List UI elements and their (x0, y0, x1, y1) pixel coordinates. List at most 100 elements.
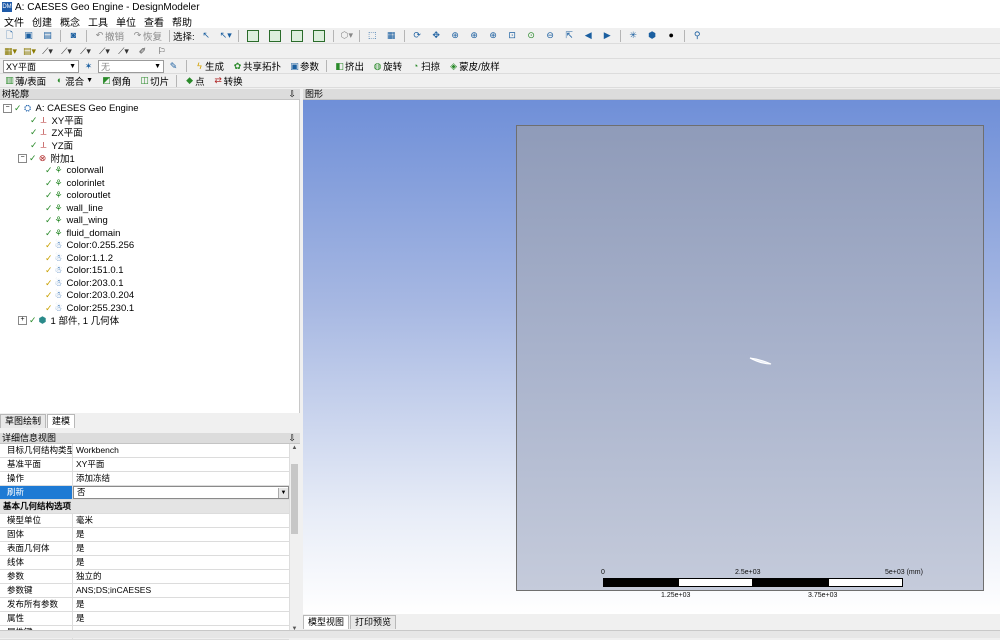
tab-sketching[interactable]: 草图绘制 (0, 414, 47, 428)
plane-select[interactable]: XY平面 ▼ (3, 59, 79, 73)
details-row[interactable]: 目标几何结构类型 Workbench (0, 444, 289, 458)
collapse-icon[interactable]: − (18, 153, 27, 163)
tree-item-color[interactable]: ✓ ☃ Color:1.1.2 (45, 252, 113, 264)
zoom-in-button[interactable]: ⊕ (485, 28, 502, 43)
pin-icon[interactable]: ⇩ (288, 433, 296, 444)
next-view-button[interactable]: ▶ (599, 28, 616, 43)
new-sketch-button[interactable]: ✎ (165, 59, 182, 74)
menu-file[interactable]: 文件 (0, 14, 28, 29)
previous-view-button[interactable]: ◀ (580, 28, 597, 43)
tree-item-named-selection[interactable]: ✓ ⚘ wall_wing (45, 214, 108, 226)
filter-bodies-button[interactable] (309, 28, 329, 43)
skin-loft-button[interactable]: ◈ 蒙皮/放样 (445, 59, 503, 74)
filter-edges-button[interactable] (265, 28, 285, 43)
flag-button[interactable]: ⚐ (153, 44, 170, 59)
blend-button[interactable]: ◐ 混合 ▼ (51, 73, 96, 88)
zoom-box-button[interactable]: ⊕ (466, 28, 483, 43)
magnifier-button[interactable]: ⊙ (523, 28, 540, 43)
details-row[interactable]: 参数键 ANS;DS;inCAESES (0, 584, 289, 598)
details-row[interactable]: 操作 添加冻结 (0, 472, 289, 486)
filter-points-button[interactable] (243, 28, 263, 43)
line-tool-5-button[interactable]: ⟋▾ (115, 44, 132, 59)
triad-button[interactable]: ✳ (625, 28, 642, 43)
select-mode-button[interactable]: ↖ (198, 28, 215, 43)
chevron-down-icon[interactable]: ▼ (278, 487, 288, 498)
details-row[interactable]: 表面几何体是 (0, 542, 289, 556)
tree-item-color[interactable]: ✓ ☃ Color:151.0.1 (45, 264, 124, 276)
tree-item-yz-plane[interactable]: ✓ ⟂ YZ面 (30, 139, 73, 153)
tree-item-color[interactable]: ✓ ☃ Color:203.0.204 (45, 289, 134, 301)
point-display-button[interactable]: ● (663, 28, 680, 43)
new-file-button[interactable]: 🗋 (1, 28, 18, 43)
menu-units[interactable]: 单位 (112, 14, 140, 29)
filter-faces-button[interactable] (287, 28, 307, 43)
tree-item-attach[interactable]: − ✓ ⊗ 附加1 (18, 152, 75, 165)
thin-surface-button[interactable]: ▥ 薄/表面 (1, 73, 49, 88)
tab-modeling[interactable]: 建模 (47, 414, 76, 428)
export-button[interactable]: ▤ (39, 28, 56, 43)
refresh-select[interactable]: 否 ▼ (73, 486, 289, 499)
extrude-button[interactable]: ◧ 挤出 (331, 59, 367, 74)
details-scrollbar[interactable]: ▲ ▼ (289, 444, 299, 634)
pan-button[interactable]: ✥ (428, 28, 445, 43)
menu-view[interactable]: 查看 (140, 14, 168, 29)
line-tool-3-button[interactable]: ⟋▾ (77, 44, 94, 59)
parameters-button[interactable]: ▣ 参数 (286, 59, 322, 74)
display-model-button[interactable]: ▤▾ (20, 44, 37, 59)
slice-button[interactable]: ◫ 切片 (136, 73, 172, 88)
screenshot-button[interactable]: ◙ (65, 28, 82, 43)
details-row[interactable]: 基准平面 XY平面 (0, 458, 289, 472)
tab-print-preview[interactable]: 打印预览 (350, 615, 397, 629)
select-filter-button[interactable]: ↖▾ (217, 28, 234, 43)
scrollbar-thumb[interactable] (291, 464, 298, 534)
zoom-button[interactable]: ⊕ (447, 28, 464, 43)
box-select-button[interactable]: ⬚ (364, 28, 381, 43)
chamfer-button[interactable]: ◩ 倒角 (98, 73, 134, 88)
graphics-viewport[interactable]: 0 2.5e+03 5e+03 (mm) 1.25e+03 3.75e+03 (303, 100, 1000, 614)
menu-concept[interactable]: 概念 (56, 14, 84, 29)
save-button[interactable]: ▣ (20, 28, 37, 43)
airfoil-geometry[interactable] (303, 100, 1000, 614)
tree-item-color[interactable]: ✓ ☃ Color:203.0.1 (45, 277, 124, 289)
menu-create[interactable]: 创建 (28, 14, 56, 29)
rotate-button[interactable]: ⟳ (409, 28, 426, 43)
sketch-select[interactable]: 无 ▼ (98, 59, 164, 73)
zoom-fit-button[interactable]: ⊡ (504, 28, 521, 43)
details-row[interactable]: 固体是 (0, 528, 289, 542)
expand-icon[interactable]: + (18, 315, 27, 325)
tree-item-zx-plane[interactable]: ✓ ⟂ ZX平面 (30, 126, 83, 140)
tab-model-view[interactable]: 模型视图 (303, 615, 350, 629)
zoom-out-button[interactable]: ⊖ (542, 28, 559, 43)
new-plane-button[interactable]: ✶ (80, 59, 97, 74)
sweep-button[interactable]: ◔ 扫掠 (407, 59, 443, 74)
help-pointer-button[interactable]: ⚲ (689, 28, 706, 43)
select-all-button[interactable]: ▦ (383, 28, 400, 43)
line-tool-4-button[interactable]: ⟋▾ (96, 44, 113, 59)
menu-tools[interactable]: 工具 (84, 14, 112, 29)
details-row[interactable]: 属性是 (0, 612, 289, 626)
details-row[interactable]: 模型单位 毫米 (0, 514, 289, 528)
iso-view-button[interactable]: ⇱ (561, 28, 578, 43)
tree-item-named-selection[interactable]: ✓ ⚘ coloroutlet (45, 189, 110, 201)
details-row-selected[interactable]: 刷新 否 ▼ (0, 486, 289, 500)
details-group-header[interactable]: 基本几何结构选项 (0, 500, 289, 514)
pin-button[interactable]: ✐ (134, 44, 151, 59)
undo-button[interactable]: ↶ 撤销 (91, 28, 127, 43)
collapse-icon[interactable]: − (3, 103, 12, 113)
tree-item-named-selection[interactable]: ✓ ⚘ colorwall (45, 164, 104, 176)
tree-item-color[interactable]: ✓ ☃ Color:0.255.256 (45, 239, 134, 251)
display-plane-button[interactable]: ▦▾ (1, 44, 18, 59)
generate-button[interactable]: ϟ 生成 (191, 59, 227, 74)
tree-item-parts[interactable]: + ✓ ⬢ 1 部件, 1 几何体 (18, 314, 119, 327)
details-row[interactable]: 线体是 (0, 556, 289, 570)
redo-button[interactable]: ↷ 恢复 (129, 28, 165, 43)
line-tool-2-button[interactable]: ⟋▾ (58, 44, 75, 59)
details-row[interactable]: 发布所有参数是 (0, 598, 289, 612)
pin-icon[interactable]: ⇩ (288, 89, 296, 100)
point-button[interactable]: ◆ 点 (181, 73, 208, 88)
convert-button[interactable]: ⇄ 转换 (210, 73, 246, 88)
tree-item-named-selection[interactable]: ✓ ⚘ wall_line (45, 202, 103, 214)
scroll-up-icon[interactable]: ▲ (290, 444, 299, 453)
share-topology-button[interactable]: ✿ 共享拓扑 (229, 59, 284, 74)
details-row[interactable]: 参数 独立的 (0, 570, 289, 584)
